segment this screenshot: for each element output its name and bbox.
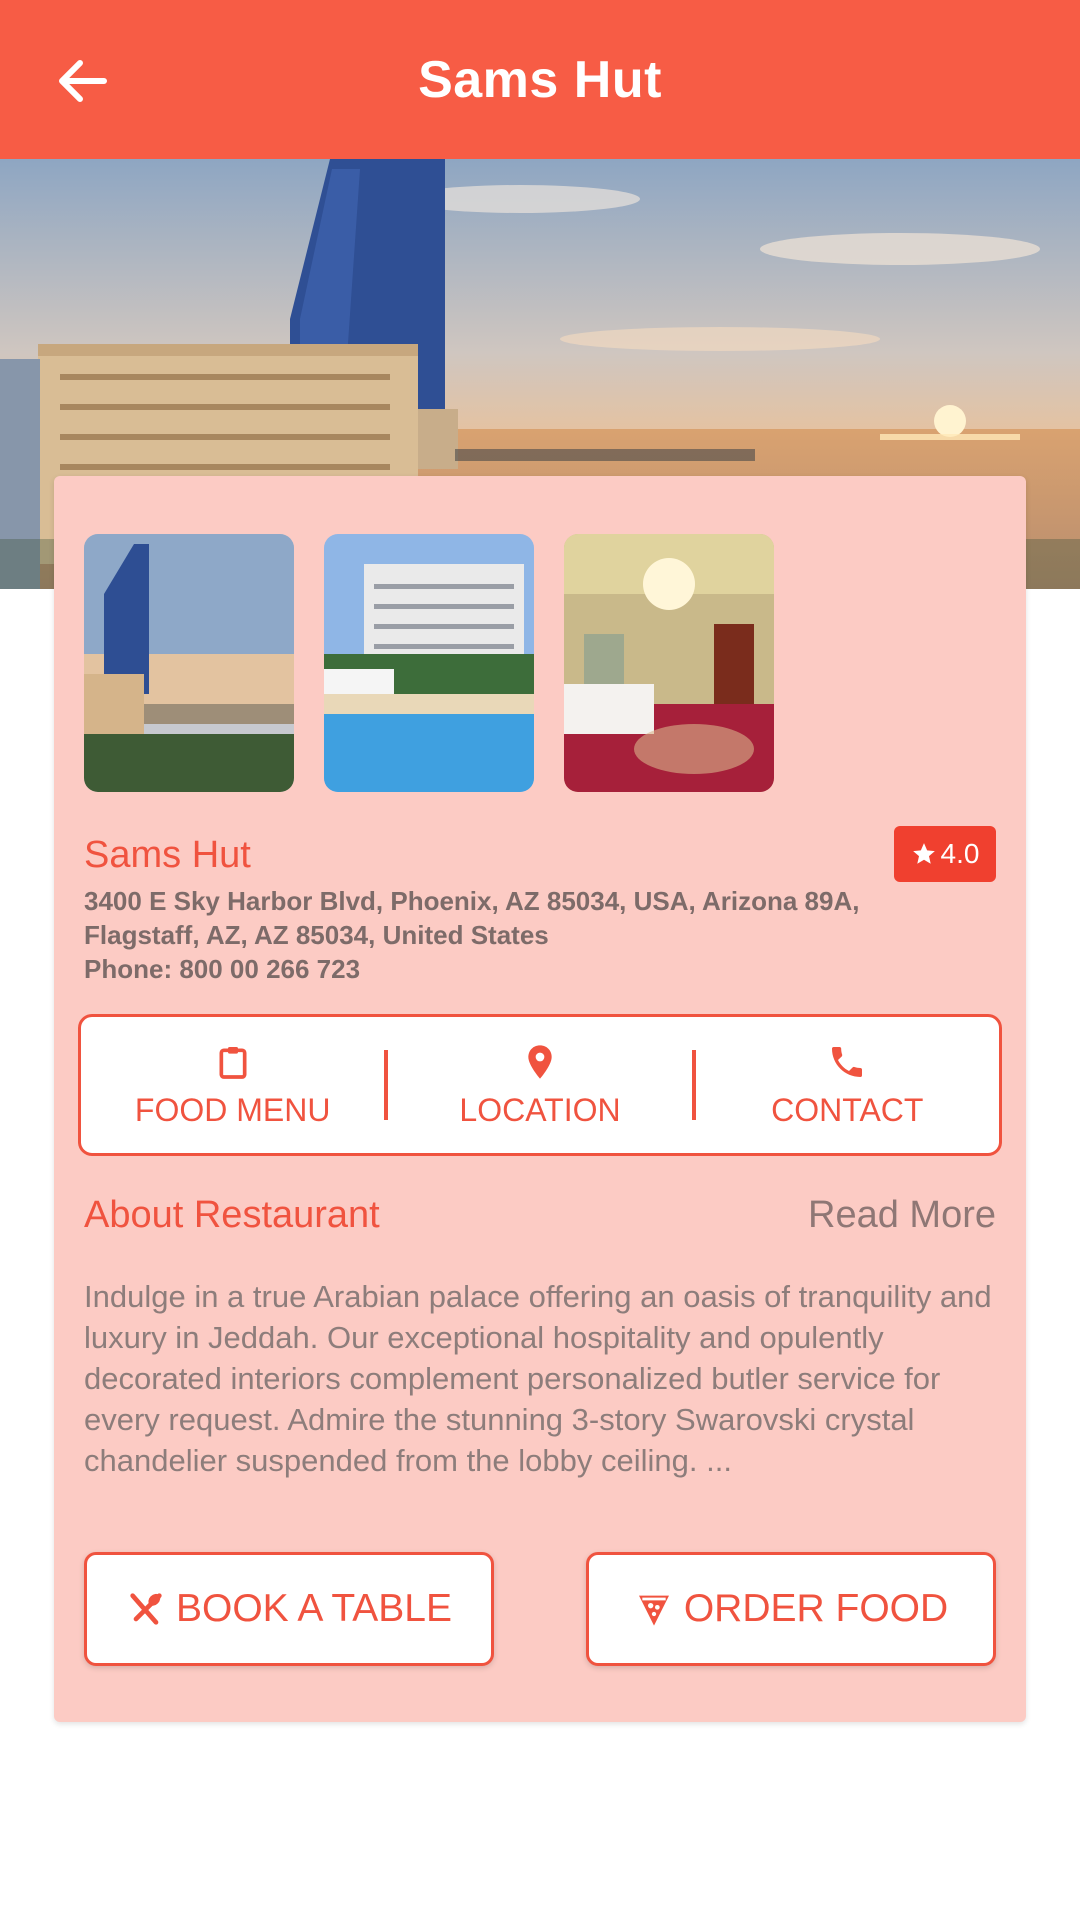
book-table-label: BOOK A TABLE — [175, 1587, 453, 1630]
gallery-thumb-tower[interactable] — [84, 534, 294, 792]
map-pin-icon — [528, 1044, 552, 1079]
star-icon — [912, 843, 935, 864]
about-heading: About Restaurant — [84, 1194, 380, 1236]
location-label: LOCATION — [459, 1091, 621, 1128]
order-food-label: ORDER FOOD — [683, 1587, 949, 1630]
address-block: 3400 E Sky Harbor Blvd, Phoenix, AZ 8503… — [84, 884, 996, 986]
app-bar: Sams Hut — [0, 0, 1080, 159]
rating-badge: 4.0 — [894, 826, 996, 882]
about-text: Indulge in a true Arabian palace offerin… — [84, 1279, 992, 1478]
action-bar: FOOD MENU LOCATION CONTACT — [78, 1014, 1002, 1156]
restaurant-name: Sams Hut — [84, 834, 251, 876]
pizza-icon — [638, 1595, 669, 1626]
name-row: Sams Hut 4.0 — [84, 826, 996, 886]
read-more-link[interactable]: Read More — [808, 1194, 996, 1237]
address-line-1: 3400 E Sky Harbor Blvd, Phoenix, AZ 8503… — [84, 886, 860, 916]
cutlery-icon — [130, 1593, 162, 1625]
food-menu-button[interactable]: FOOD MENU — [81, 1017, 384, 1153]
phone-number: Phone: 800 00 266 723 — [84, 954, 361, 984]
arrow-left-icon — [59, 60, 107, 102]
contact-label: CONTACT — [771, 1091, 924, 1128]
food-menu-label: FOOD MENU — [134, 1091, 331, 1128]
gallery-thumb-pool[interactable] — [324, 534, 534, 792]
rating-value: 4.0 — [940, 838, 980, 869]
address-line-2: Flagstaff, AZ, AZ 85034, United States — [84, 920, 549, 950]
restaurant-card: Sams Hut 4.0 3400 E Sky Harbor Blvd, Pho… — [54, 476, 1026, 1722]
phone-icon — [832, 1046, 863, 1077]
gallery — [84, 534, 774, 792]
gallery-thumb-room[interactable] — [564, 534, 774, 792]
back-button[interactable] — [52, 56, 112, 106]
page-title: Sams Hut — [418, 50, 662, 109]
location-button[interactable]: LOCATION — [388, 1017, 691, 1153]
clipboard-icon — [219, 1046, 247, 1079]
contact-button[interactable]: CONTACT — [696, 1017, 999, 1153]
order-food-button[interactable]: ORDER FOOD — [586, 1552, 996, 1666]
book-table-button[interactable]: BOOK A TABLE — [84, 1552, 494, 1666]
